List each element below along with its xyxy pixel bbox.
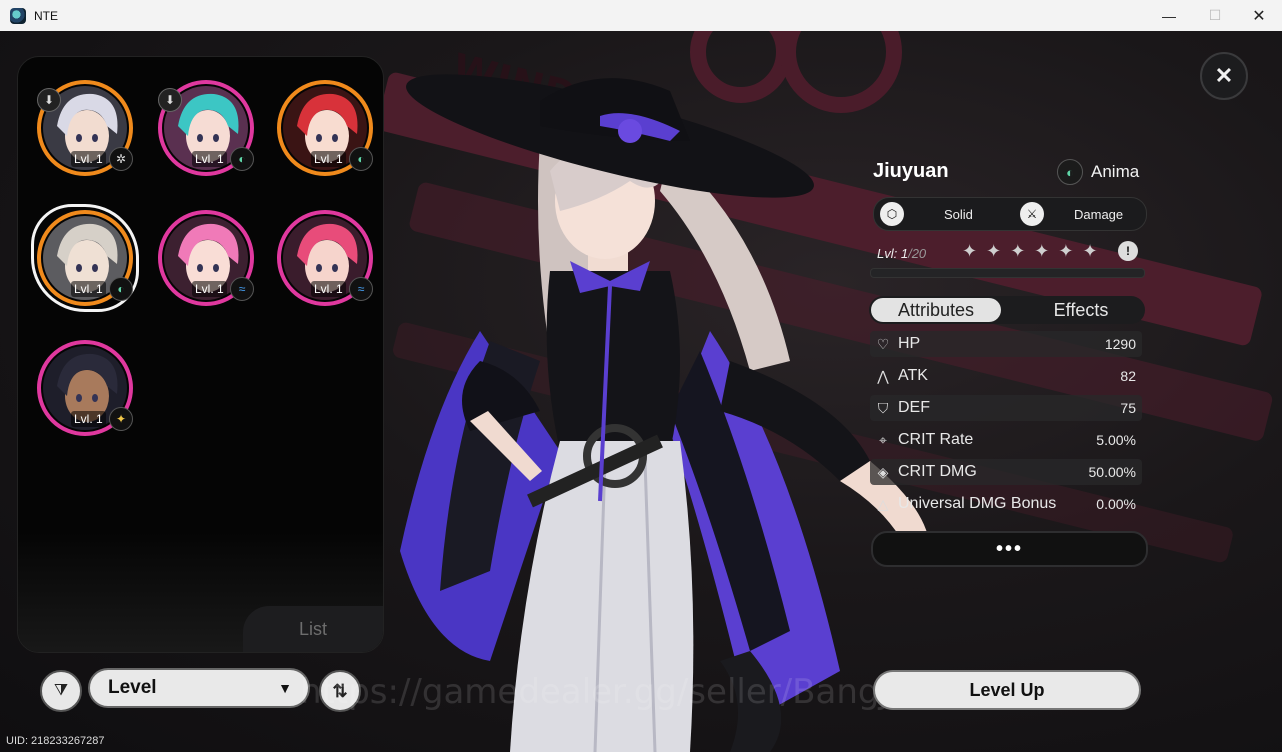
anima-icon: ◐: [109, 277, 133, 301]
tag-damage: ⚔ Damage: [1020, 198, 1123, 230]
stat-row: ⋀ ATK 82: [870, 363, 1142, 389]
chevron-down-icon: ▼: [278, 680, 292, 696]
character-card[interactable]: Lvl. 1 ≈: [158, 210, 254, 306]
anima-icon: ◐: [230, 147, 254, 171]
uid-label: UID: 218233267287: [6, 735, 105, 747]
stat-value: 50.00%: [1088, 464, 1136, 480]
tag-label: Damage: [1074, 206, 1124, 222]
gear-icon: ✲: [109, 147, 133, 171]
stat-value: 1290: [1104, 336, 1136, 352]
anima-icon: ◐: [1057, 159, 1083, 185]
character-card[interactable]: Lvl. 1 ≈: [277, 210, 373, 306]
star-icon: ✦: [1082, 241, 1098, 261]
star-icon: ✦: [962, 241, 978, 261]
info-tabs: Attributes Effects: [869, 296, 1145, 324]
window-titlebar: NTE — ☐ ✕: [0, 0, 1282, 31]
character-model: [400, 74, 930, 752]
character-card[interactable]: Lvl. 1 ◐: [277, 80, 373, 176]
critdmg-icon: ◈: [877, 463, 889, 480]
cube-icon: ⬡: [880, 202, 904, 226]
tag-label: Solid: [944, 206, 973, 222]
stat-row: ⛉ DEF 75: [870, 395, 1142, 421]
wave-icon: ≈: [349, 277, 373, 301]
close-icon: ✕: [1214, 63, 1234, 88]
card-level: Lvl. 1: [71, 411, 106, 427]
atk-icon: ⋀: [877, 367, 889, 384]
level-progress-bar: [870, 268, 1145, 278]
stat-row: ⌖ CRIT Rate 5.00%: [870, 427, 1142, 453]
crit-icon: ⌖: [879, 431, 887, 448]
star-icon: ✦: [1058, 241, 1074, 261]
stat-row: ♡ HP 1290: [870, 331, 1142, 357]
character-card[interactable]: Lvl. 1 ◐ ⬇: [158, 80, 254, 176]
list-tab[interactable]: List: [243, 606, 383, 652]
character-name: Jiuyuan: [873, 160, 949, 182]
stat-name: CRIT Rate: [898, 431, 974, 448]
character-card[interactable]: Lvl. 1 ✦: [37, 340, 133, 436]
card-level: Lvl. 1: [192, 151, 227, 167]
stat-value: 82: [1120, 368, 1136, 384]
star-icon: ✦: [986, 241, 1002, 261]
filter-icon: ⧩: [53, 682, 69, 699]
card-level: Lvl. 1: [311, 281, 346, 297]
tab-effects[interactable]: Effects: [1017, 298, 1145, 322]
download-icon: ⬇: [158, 88, 182, 112]
tab-attributes[interactable]: Attributes: [871, 298, 1001, 322]
window-close-button[interactable]: ✕: [1236, 0, 1282, 31]
star-icon: ✦: [109, 407, 133, 431]
character-element: ◐ Anima: [1057, 159, 1139, 185]
more-button[interactable]: •••: [871, 531, 1148, 567]
card-level: Lvl. 1: [192, 281, 227, 297]
character-card[interactable]: Lvl. 1 ✲ ⬇: [37, 80, 133, 176]
character-element-label: Anima: [1091, 162, 1140, 181]
level-up-button[interactable]: Level Up: [873, 670, 1141, 710]
triangle-icon: △: [877, 495, 889, 512]
star-icon: ✦: [1034, 241, 1050, 261]
level-label: Lvl: 1/20: [877, 245, 927, 261]
tag-solid: ⬡ Solid: [880, 198, 973, 230]
sort-dropdown[interactable]: Level ▼: [88, 668, 310, 708]
stat-row: ◈ CRIT DMG 50.00%: [870, 459, 1142, 485]
anima-icon: ◐: [349, 147, 373, 171]
download-icon: ⬇: [37, 88, 61, 112]
maximize-button[interactable]: ☐: [1192, 0, 1238, 31]
card-level: Lvl. 1: [71, 281, 106, 297]
filter-button[interactable]: ⧩: [40, 670, 82, 712]
stat-row: △ Universal DMG Bonus 0.00%: [870, 491, 1142, 517]
stat-value: 75: [1120, 400, 1136, 416]
stat-value: 5.00%: [1096, 432, 1136, 448]
sort-dropdown-label: Level: [108, 677, 157, 698]
damage-icon: ⚔: [1020, 202, 1044, 226]
character-card[interactable]: Lvl. 1 ◐: [31, 204, 139, 312]
close-button[interactable]: ✕: [1200, 52, 1248, 100]
stat-name: HP: [898, 335, 921, 352]
window-title: NTE: [34, 8, 58, 23]
app-icon: [10, 7, 26, 24]
stat-name: CRIT DMG: [898, 463, 977, 480]
shield-icon: ⛉: [877, 399, 889, 416]
heart-icon: ♡: [876, 335, 890, 352]
stat-name: ATK: [898, 367, 928, 384]
minimize-button[interactable]: —: [1146, 0, 1192, 31]
star-rating: ✦ ✦ ✦ ✦ ✦ ✦: [962, 241, 1098, 262]
card-level: Lvl. 1: [71, 151, 106, 167]
wave-icon: ≈: [230, 277, 254, 301]
stat-name: DEF: [898, 399, 930, 416]
stat-value: 0.00%: [1096, 496, 1136, 512]
character-tags: ⬡ Solid ⚔ Damage: [873, 197, 1147, 231]
star-icon: ✦: [1010, 241, 1026, 261]
stat-name: Universal DMG Bonus: [898, 495, 1057, 512]
card-level: Lvl. 1: [311, 151, 346, 167]
level-info-icon[interactable]: !: [1118, 241, 1138, 261]
